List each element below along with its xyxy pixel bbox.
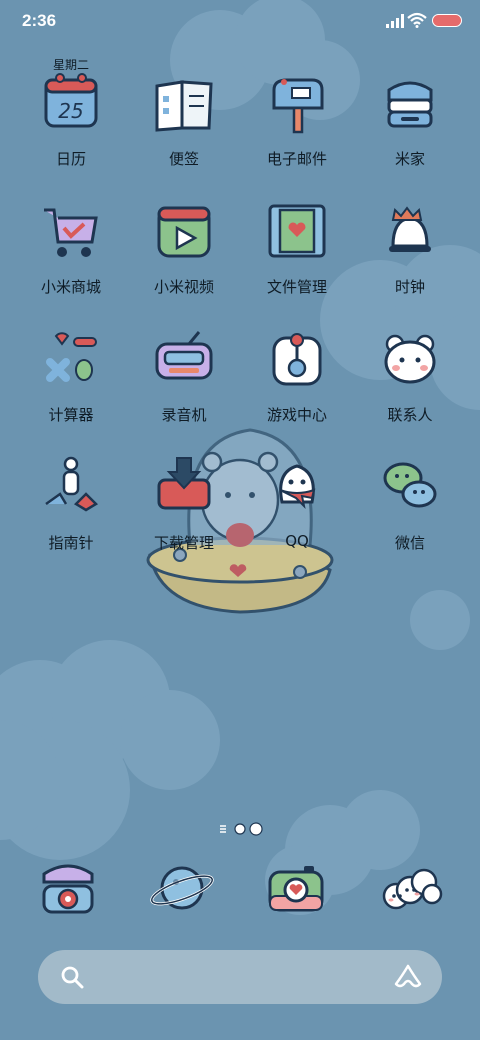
phone-icon[interactable]: [32, 852, 104, 924]
app-email[interactable]: 电子邮件: [241, 68, 353, 178]
app-label: 联系人: [387, 406, 433, 424]
app-label: 小米商城: [40, 278, 101, 296]
bear-face-icon: [384, 334, 436, 384]
app-compass[interactable]: 指南针: [15, 452, 127, 562]
app-label: 小米视频: [153, 278, 214, 296]
assistant-icon[interactable]: [394, 964, 422, 990]
video-play-icon: [157, 206, 211, 258]
planet-browser-icon[interactable]: [146, 852, 218, 924]
calculator-icon: [46, 332, 97, 382]
battery-icon: [432, 14, 462, 27]
status-time: 2:36: [22, 11, 57, 30]
app-label: 米家: [394, 150, 425, 168]
app-label: 日历: [55, 150, 86, 168]
app-label: 计算器: [48, 406, 94, 424]
app-qq[interactable]: QQ: [241, 452, 353, 562]
app-label: 电子邮件: [266, 150, 327, 168]
app-recorder[interactable]: 录音机: [128, 324, 240, 434]
status-bar: 2:36: [0, 0, 480, 44]
app-game-center[interactable]: 游戏中心: [241, 324, 353, 434]
page-indicator[interactable]: [218, 822, 268, 836]
search-bar[interactable]: [38, 950, 442, 1004]
radio-recorder-icon: [155, 331, 213, 380]
camera-icon[interactable]: [260, 852, 332, 924]
alarm-bell-icon: [389, 206, 431, 252]
app-notes[interactable]: 便签: [128, 68, 240, 178]
search-icon[interactable]: [60, 965, 84, 989]
notes-icon: [155, 80, 213, 132]
wechat-bubbles-icon: [383, 462, 437, 508]
app-label: 录音机: [161, 406, 207, 424]
app-label: 时钟: [394, 278, 425, 296]
app-wechat[interactable]: 微信: [354, 452, 466, 562]
app-label: 游戏中心: [266, 406, 327, 424]
app-label: 微信: [394, 534, 425, 552]
signal-icon: [386, 14, 404, 28]
app-label: 便签: [168, 150, 199, 168]
app-downloads[interactable]: 下载管理: [128, 452, 240, 562]
app-contacts[interactable]: 联系人: [354, 324, 466, 434]
cloud-messages-icon[interactable]: [374, 852, 446, 924]
qq-penguin-icon: [279, 464, 316, 510]
mailbox-icon: [272, 78, 324, 134]
app-mijia[interactable]: 米家: [354, 68, 466, 178]
app-mi-store[interactable]: 小米商城: [15, 196, 127, 306]
joystick-icon: [272, 333, 322, 386]
mijia-icon: [387, 81, 433, 128]
film-heart-icon: [268, 204, 326, 258]
app-clock[interactable]: 时钟: [354, 196, 466, 306]
app-label: 文件管理: [266, 278, 327, 296]
wifi-icon: [407, 12, 427, 28]
app-calculator[interactable]: 计算器: [15, 324, 127, 434]
calendar-date: 25: [58, 99, 83, 123]
shopping-cart-icon: [44, 208, 98, 257]
app-file-manager[interactable]: 文件管理: [241, 196, 353, 306]
calendar-icon: 25: [44, 73, 98, 128]
app-label: QQ: [285, 532, 309, 550]
app-mi-video[interactable]: 小米视频: [128, 196, 240, 306]
compass-figure-icon: [45, 456, 99, 512]
app-label: 下载管理: [153, 534, 214, 552]
app-label: 指南针: [48, 534, 94, 552]
download-tray-icon: [157, 457, 211, 510]
app-calendar[interactable]: 星期二 25 日历: [15, 58, 127, 178]
